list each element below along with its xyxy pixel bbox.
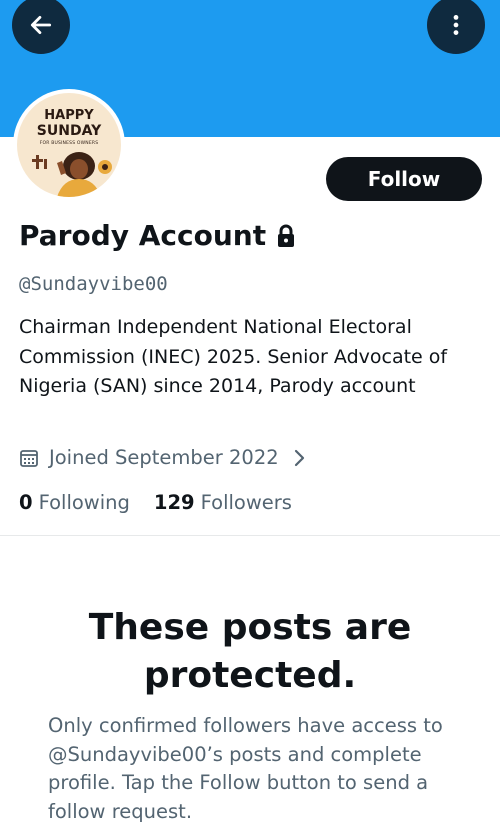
arrow-left-icon bbox=[30, 16, 52, 34]
display-name: Parody Account bbox=[19, 216, 296, 256]
protected-message: Only confirmed followers have access to … bbox=[48, 714, 443, 823]
avatar-illustration bbox=[32, 152, 112, 197]
display-name-text: Parody Account bbox=[19, 219, 267, 252]
avatar-image: HAPPY SUNDAY FOR BUSINESS OWNERS bbox=[17, 93, 121, 197]
user-handle: @Sundayvibe00 bbox=[19, 273, 168, 295]
followers-count: 129 bbox=[153, 491, 195, 514]
protected-title-line1: These posts are bbox=[88, 607, 412, 648]
follow-button[interactable]: Follow bbox=[326, 157, 482, 201]
followers-label: Followers bbox=[200, 491, 292, 514]
following-link[interactable]: 0 Following bbox=[19, 489, 130, 517]
follow-stats: 0 Following 129 Followers bbox=[19, 489, 292, 517]
profile-avatar[interactable]: HAPPY SUNDAY FOR BUSINESS OWNERS bbox=[13, 89, 125, 201]
joined-text: Joined September 2022 bbox=[49, 446, 279, 469]
following-count: 0 bbox=[19, 491, 33, 514]
chevron-right-icon bbox=[293, 449, 315, 467]
protected-title: These posts are protected. bbox=[0, 604, 500, 700]
following-label: Following bbox=[38, 491, 130, 514]
lock-icon bbox=[276, 224, 296, 248]
avatar-text-line1: HAPPY bbox=[44, 108, 94, 123]
followers-link[interactable]: 129 Followers bbox=[154, 489, 292, 517]
avatar-text-line2: SUNDAY bbox=[36, 123, 102, 139]
calendar-icon bbox=[20, 450, 38, 467]
joined-date[interactable]: Joined September 2022 bbox=[19, 444, 315, 472]
protected-title-line2: protected. bbox=[143, 655, 357, 696]
profile-bio: Chairman Independent National Electoral … bbox=[19, 316, 448, 397]
more-vertical-icon bbox=[453, 15, 459, 35]
section-divider bbox=[0, 535, 500, 536]
